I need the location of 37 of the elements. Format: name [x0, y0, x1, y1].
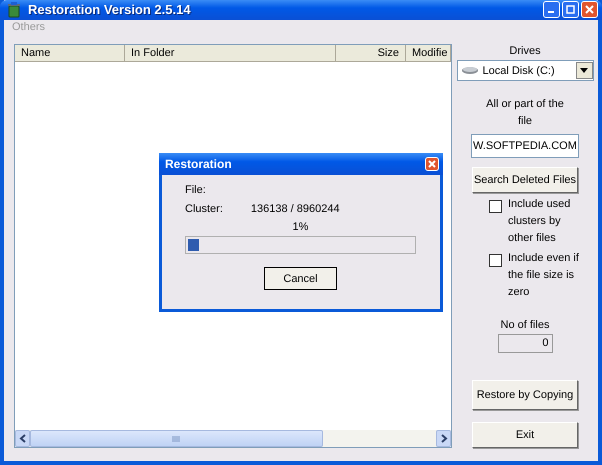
grip-icon [172, 436, 182, 442]
column-header[interactable]: Modifie [406, 45, 451, 62]
maximize-button[interactable] [562, 1, 579, 18]
file-count-label: No of files [500, 319, 550, 331]
drive-dropdown[interactable]: Local Disk (C:) [456, 60, 594, 81]
hard-drive-icon [460, 66, 478, 75]
cluster-value: 136138 / 8960244 [250, 203, 340, 217]
minimize-button[interactable] [543, 1, 560, 18]
restore-button[interactable]: Restore by Copying [472, 380, 578, 410]
checkbox[interactable] [489, 254, 502, 267]
file-label: File: [185, 184, 207, 198]
column-header[interactable]: Size [336, 45, 406, 62]
column-header[interactable]: In Folder [125, 45, 336, 62]
close-button[interactable] [581, 1, 598, 18]
percent-text: 1% [292, 221, 310, 233]
scroll-left-icon[interactable] [15, 430, 30, 447]
recycle-bin-icon [6, 2, 22, 18]
window-title: Restoration Version 2.5.14 [28, 2, 192, 18]
filename-field[interactable]: W.SOFTPEDIA.COM [471, 134, 579, 158]
close-button[interactable] [425, 157, 439, 171]
close-icon [585, 5, 594, 14]
dropdown-arrow-icon [580, 68, 588, 73]
checkbox[interactable] [489, 200, 502, 213]
horizontal-scrollbar[interactable] [15, 430, 451, 447]
search-label: All or part of the file [485, 97, 565, 129]
exit-button[interactable]: Exit [472, 422, 578, 448]
dialog-title: Restoration [165, 157, 232, 171]
search-button[interactable]: Search Deleted Files [472, 167, 578, 193]
file-count-field: 0 [498, 334, 552, 353]
checkbox-label: Include even if the file size is zero [508, 251, 579, 300]
column-header[interactable]: Name [15, 45, 125, 62]
maximize-icon [566, 5, 575, 14]
scroll-right-icon[interactable] [436, 430, 451, 447]
checkbox-label: Include used clusters by other files [508, 197, 572, 246]
cancel-button[interactable]: Cancel [264, 267, 337, 290]
cluster-label: Cluster: [185, 203, 223, 217]
drives-label: Drives [509, 45, 541, 57]
